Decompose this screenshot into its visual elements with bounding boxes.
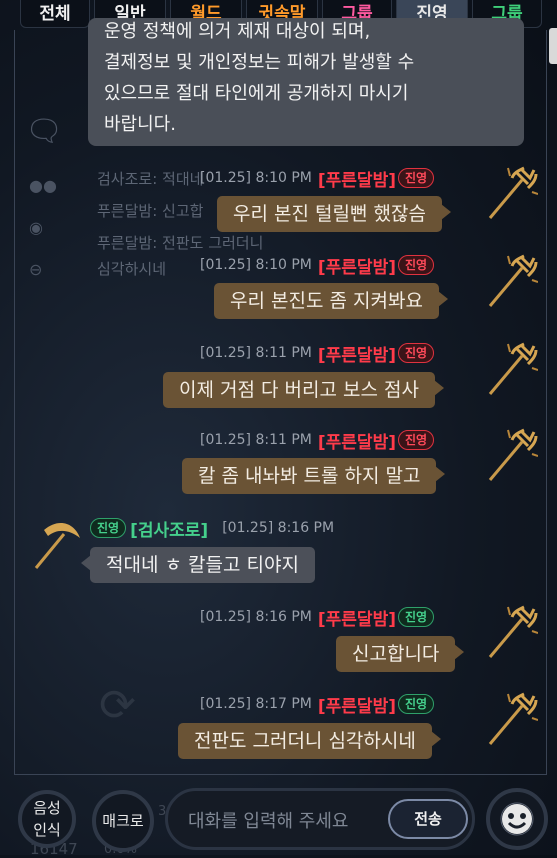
macro-label: 매크로 bbox=[102, 812, 144, 830]
trident-avatar-icon[interactable] bbox=[482, 166, 538, 224]
sender-name[interactable]: [푸른달밤] bbox=[318, 692, 396, 717]
notice-message: 운영 정책에 의거 제재 대상이 되며, 결제정보 및 개인정보는 피해가 발생… bbox=[88, 18, 524, 146]
faction-badge: 진영 bbox=[90, 518, 127, 538]
message-bubble: 이제 거점 다 버리고 보스 점사 bbox=[163, 372, 444, 408]
sender-name[interactable]: [푸른달밤] bbox=[318, 166, 396, 191]
bg-log-line-1: 검사조로: 적대네 bbox=[97, 170, 204, 188]
message-time: [01.25] 8:11 PM bbox=[200, 432, 312, 448]
notice-line-4: 바랍니다. bbox=[104, 114, 176, 135]
message-header: [01.25] 8:11 PM [푸른달밤] 진영 bbox=[200, 428, 435, 453]
faction-badge: 진영 bbox=[397, 255, 435, 275]
message-time: [01.25] 8:10 PM bbox=[200, 170, 312, 186]
emote-button[interactable] bbox=[486, 788, 548, 850]
bg-log-line-4: 심각하시네 bbox=[97, 260, 167, 278]
chat-input-bar: 16147 0.0% 3 음성 인식 매크로 전송 bbox=[0, 778, 557, 858]
message-time: [01.25] 8:11 PM bbox=[200, 345, 312, 361]
chat-input-wrapper: 전송 bbox=[165, 788, 475, 850]
minus-icon: ⊖ bbox=[29, 260, 43, 279]
trident-avatar-icon[interactable] bbox=[482, 342, 538, 400]
sender-name[interactable]: [검사조로] bbox=[130, 516, 208, 541]
voice-label-line-1: 음성 bbox=[33, 799, 61, 817]
notice-line-2: 결제정보 및 개인정보는 피해가 발생할 수 bbox=[104, 52, 415, 73]
message-time: [01.25] 8:17 PM bbox=[200, 696, 312, 712]
message-bubble: 우리 본진도 좀 지켜봐요 bbox=[214, 283, 448, 319]
faction-badge: 진영 bbox=[397, 694, 435, 714]
message-bubble: 전판도 그러더니 심각하시네 bbox=[178, 723, 441, 759]
message-bubble: 적대네 ㅎ 칼들고 티야지 bbox=[81, 547, 315, 583]
tab-all-label: 전체 bbox=[39, 4, 71, 24]
refresh-icon: ⟳ bbox=[99, 680, 136, 731]
tab-all[interactable]: 전체 bbox=[20, 0, 90, 28]
faction-badge: 진영 bbox=[397, 343, 435, 363]
message-header: [01.25] 8:17 PM [푸른달밤] 진영 bbox=[200, 692, 435, 717]
settings-icon: ◉ bbox=[29, 218, 43, 237]
faction-badge: 진영 bbox=[397, 430, 435, 450]
sender-name[interactable]: [푸른달밤] bbox=[318, 428, 396, 453]
message-header: [01.25] 8:10 PM [푸른달밤] 진영 bbox=[200, 166, 435, 191]
trident-avatar-icon[interactable] bbox=[482, 254, 538, 312]
trident-avatar-icon[interactable] bbox=[482, 605, 538, 663]
message-header: [01.25] 8:10 PM [푸른달밤] 진영 bbox=[200, 253, 435, 278]
sender-name[interactable]: [푸른달밤] bbox=[318, 605, 396, 630]
message-bubble: 칼 좀 내놔봐 트롤 하지 말고 bbox=[182, 458, 446, 494]
macro-button[interactable]: 매크로 bbox=[92, 790, 154, 852]
message-time: [01.25] 8:10 PM bbox=[200, 257, 312, 273]
emoji-icon bbox=[500, 802, 534, 836]
faction-badge: 진영 bbox=[397, 168, 435, 188]
pickaxe-avatar-icon[interactable] bbox=[30, 516, 86, 574]
sender-name[interactable]: [푸른달밤] bbox=[318, 253, 396, 278]
voice-input-button[interactable]: 음성 인식 bbox=[18, 790, 76, 848]
trident-avatar-icon[interactable] bbox=[482, 428, 538, 486]
voice-label-line-2: 인식 bbox=[33, 821, 61, 839]
bg-log-line-3: 푸른달밤: 전판도 그러더니 bbox=[97, 234, 264, 252]
notice-line-3: 있으므로 절대 타인에게 공개하지 마시기 bbox=[104, 83, 409, 104]
trident-avatar-icon[interactable] bbox=[482, 692, 538, 750]
faction-badge: 진영 bbox=[397, 607, 435, 627]
chat-input[interactable] bbox=[186, 805, 390, 837]
message-header: 진영 [검사조로] [01.25] 8:16 PM bbox=[90, 516, 335, 541]
message-header: [01.25] 8:11 PM [푸른달밤] 진영 bbox=[200, 341, 435, 366]
sender-name[interactable]: [푸른달밤] bbox=[318, 341, 396, 366]
message-bubble: 신고합니다 bbox=[336, 636, 465, 672]
panel-edge-handle[interactable] bbox=[549, 28, 557, 64]
notice-line-1: 운영 정책에 의거 제재 대상이 되며, bbox=[104, 21, 371, 42]
message-time: [01.25] 8:16 PM bbox=[200, 609, 312, 625]
chat-bubble-icon: 🗨 bbox=[25, 114, 64, 149]
send-button[interactable]: 전송 bbox=[388, 799, 468, 839]
group-icon: ●● bbox=[29, 176, 57, 195]
bg-log-line-2: 푸른달밤: 신고합 bbox=[97, 202, 204, 220]
message-bubble: 우리 본진 털릴뻔 했잖슴 bbox=[217, 196, 451, 232]
message-time: [01.25] 8:16 PM bbox=[222, 520, 335, 536]
message-header: [01.25] 8:16 PM [푸른달밤] 진영 bbox=[200, 605, 435, 630]
